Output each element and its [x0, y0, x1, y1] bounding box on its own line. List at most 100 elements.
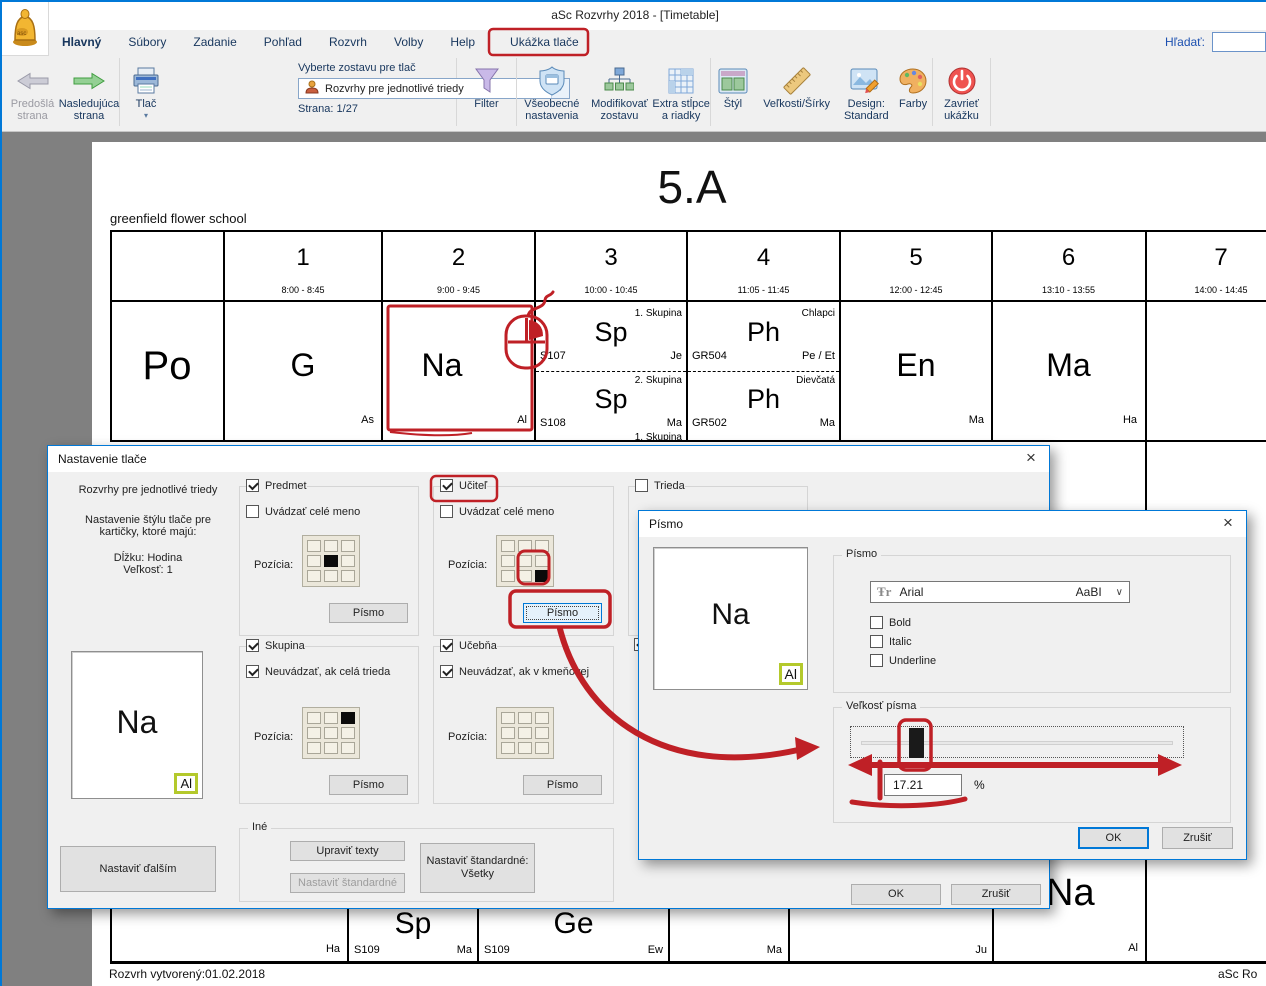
- bold-row[interactable]: Bold: [870, 616, 911, 629]
- filter-button[interactable]: Filter: [457, 58, 516, 124]
- menu-ukazka-tlace[interactable]: Ukážka tlače: [510, 35, 579, 49]
- font-dialog-ok-button[interactable]: OK: [1078, 827, 1149, 849]
- ucebna-checkbox[interactable]: [440, 639, 453, 652]
- menu-pohlad[interactable]: Pohľad: [264, 35, 302, 49]
- extra-columns-button[interactable]: Extra stĺpce a riadky: [652, 58, 710, 124]
- suppress-checkbox[interactable]: [246, 665, 259, 678]
- print-dialog-ok-button[interactable]: OK: [851, 884, 941, 905]
- position-grid[interactable]: [302, 535, 360, 587]
- full-name-checkbox[interactable]: [440, 505, 453, 518]
- palette-icon: [899, 64, 927, 98]
- period-time: 14:00 - 14:45: [1146, 285, 1266, 295]
- lesson-teacher: Ma: [535, 417, 682, 429]
- font-family-combobox[interactable]: Ŧr Arial AaBI ∨: [870, 581, 1130, 603]
- ucitel-fullname-row[interactable]: Uvádzať celé meno: [440, 505, 554, 518]
- design-button[interactable]: Design: Standard: [838, 58, 894, 124]
- font-sample: AaBI: [1076, 585, 1102, 599]
- close-preview-button[interactable]: Zavrieť ukážku: [933, 58, 990, 124]
- window-title: aSc Rozvrhy 2018 - [Timetable]: [2, 8, 1266, 22]
- menu-help[interactable]: Help: [450, 35, 475, 49]
- font-name-value: Arial: [899, 585, 923, 599]
- ucitel-font-button[interactable]: Písmo: [523, 603, 602, 623]
- print-dialog-titlebar[interactable]: Nastavenie tlače: [48, 446, 1049, 472]
- grid-icon: [667, 64, 695, 98]
- skupina-font-button[interactable]: Písmo: [329, 775, 408, 795]
- sizes-button[interactable]: Veľkosti/Šírky: [755, 58, 839, 124]
- italic-row[interactable]: Italic: [870, 635, 912, 648]
- font-size-input[interactable]: 17.21: [884, 774, 962, 796]
- ucebna-font-button[interactable]: Písmo: [523, 775, 602, 795]
- underline-label: Underline: [889, 655, 936, 667]
- modify-report-button[interactable]: Modifikovať zostavu: [587, 58, 653, 124]
- position-grid[interactable]: [496, 707, 554, 759]
- underline-checkbox[interactable]: [870, 654, 883, 667]
- period-time: 13:10 - 13:55: [992, 285, 1145, 295]
- colors-button[interactable]: Farby: [894, 58, 932, 124]
- predmet-checkbox[interactable]: [246, 479, 259, 492]
- predmet-font-button[interactable]: Písmo: [329, 603, 408, 623]
- period-time: 12:00 - 12:45: [840, 285, 992, 295]
- skupina-label: Skupina: [265, 640, 305, 652]
- set-next-button[interactable]: Nastaviť ďalším: [60, 846, 216, 892]
- bold-checkbox[interactable]: [870, 616, 883, 629]
- close-icon[interactable]: [1214, 512, 1242, 534]
- skupina-checkbox[interactable]: [246, 639, 259, 652]
- italic-checkbox[interactable]: [870, 635, 883, 648]
- general-settings-button[interactable]: Všeobecné nastavenia: [517, 58, 587, 124]
- period-number: 2: [382, 244, 535, 272]
- skupina-suppress-row[interactable]: Neuvádzať, ak celá trieda: [246, 665, 390, 678]
- trieda-checkbox-row[interactable]: Trieda: [635, 479, 685, 492]
- underline-row[interactable]: Underline: [870, 654, 936, 667]
- print-button[interactable]: Tlač ▾: [120, 58, 172, 124]
- position-grid[interactable]: [302, 707, 360, 759]
- set-standard-button[interactable]: Nastaviť štandardné: [290, 873, 405, 893]
- ucebna-suppress-row[interactable]: Neuvádzať, ak v kmeňovej: [440, 665, 589, 678]
- search-input[interactable]: [1212, 32, 1266, 52]
- menu-subory[interactable]: Súbory: [128, 35, 166, 49]
- lesson-subject: Ma: [992, 347, 1145, 384]
- ucitel-checkbox-row[interactable]: Učiteľ: [440, 479, 487, 492]
- set-standard-all-button[interactable]: Nastaviť štandardné: Všetky: [420, 843, 535, 893]
- period-time: 10:00 - 10:45: [535, 285, 687, 295]
- font-dialog-cancel-button[interactable]: Zrušiť: [1162, 827, 1233, 849]
- slider-thumb[interactable]: [909, 728, 924, 758]
- search-label: Hľadať:: [1165, 35, 1205, 49]
- slider-groove: [861, 741, 1173, 745]
- font-size-value: 17.21: [893, 778, 923, 792]
- full-name-checkbox[interactable]: [246, 505, 259, 518]
- font-size-slider[interactable]: [850, 726, 1184, 758]
- lesson-subject: En: [840, 347, 992, 384]
- print-dialog-title: Nastavenie tlače: [58, 452, 147, 466]
- menu-hlavny[interactable]: Hlavný: [62, 35, 101, 49]
- menu-zadanie[interactable]: Zadanie: [193, 35, 236, 49]
- design-label: Design: Standard: [838, 98, 894, 122]
- lesson-teacher: Ha: [202, 943, 340, 955]
- next-page-button[interactable]: Nasledujúca strana: [59, 58, 119, 124]
- menu-volby[interactable]: Volby: [394, 35, 423, 49]
- report-icon: [305, 80, 319, 97]
- trieda-checkbox[interactable]: [635, 479, 648, 492]
- font-preview-card: Na Al: [653, 547, 808, 690]
- skupina-checkbox-row[interactable]: Skupina: [246, 639, 305, 652]
- font-dialog-titlebar[interactable]: Písmo: [639, 511, 1246, 537]
- ucitel-checkbox[interactable]: [440, 479, 453, 492]
- prev-page-button[interactable]: Predošlá strana: [6, 58, 59, 124]
- print-dialog-cancel-button[interactable]: Zrušiť: [951, 884, 1041, 905]
- full-name-label: Uvádzať celé meno: [265, 506, 360, 518]
- menu-rozvrh[interactable]: Rozvrh: [329, 35, 367, 49]
- chevron-down-icon[interactable]: ∨: [1116, 587, 1123, 598]
- style-button[interactable]: Štýl: [711, 58, 755, 124]
- lesson-subject-selected[interactable]: Na: [382, 347, 502, 384]
- shield-icon: [538, 64, 566, 98]
- ucebna-checkbox-row[interactable]: Učebňa: [440, 639, 497, 652]
- position-grid[interactable]: [496, 535, 554, 587]
- predmet-fullname-row[interactable]: Uvádzať celé meno: [246, 505, 360, 518]
- app-logo[interactable]: asc: [2, 2, 49, 56]
- edit-texts-button[interactable]: Upraviť texty: [290, 841, 405, 861]
- suppress-label: Neuvádzať, ak celá trieda: [265, 666, 390, 678]
- close-icon[interactable]: [1017, 447, 1045, 469]
- filter-label: Filter: [474, 98, 498, 110]
- suppress-checkbox[interactable]: [440, 665, 453, 678]
- predmet-checkbox-row[interactable]: Predmet: [246, 479, 307, 492]
- extra-columns-label: Extra stĺpce a riadky: [652, 98, 710, 122]
